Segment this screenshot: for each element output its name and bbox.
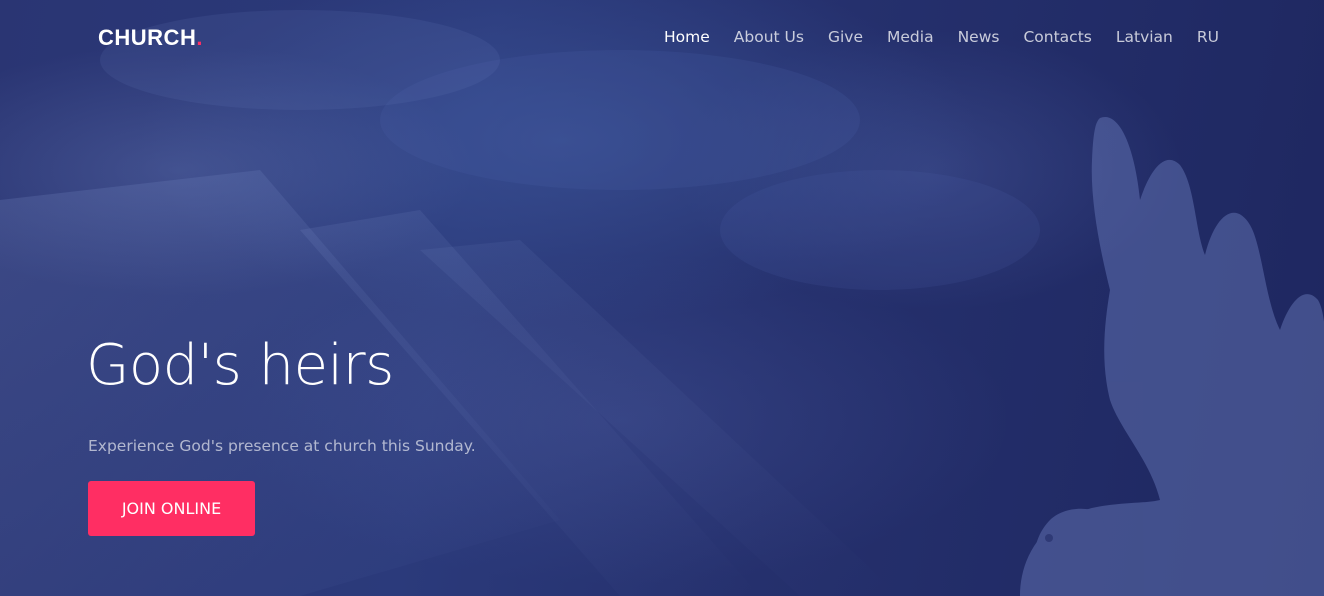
join-online-button[interactable]: JOIN ONLINE [88, 481, 255, 536]
nav-item-latvian[interactable]: Latvian [1116, 28, 1173, 46]
hero-title: God's heirs [86, 333, 394, 398]
hero-section: CHURCH. Home About Us Give Media News Co… [0, 0, 1324, 596]
brand-name: CHURCH [98, 25, 197, 50]
brand-logo[interactable]: CHURCH. [98, 25, 203, 51]
nav-item-ru[interactable]: RU [1197, 28, 1219, 46]
nav-item-media[interactable]: Media [887, 28, 934, 46]
main-navigation: Home About Us Give Media News Contacts L… [664, 28, 1219, 46]
brand-dot: . [196, 25, 203, 50]
nav-item-home[interactable]: Home [664, 28, 710, 46]
hero-subtitle: Experience God's presence at church this… [88, 437, 476, 455]
nav-item-news[interactable]: News [958, 28, 1000, 46]
nav-item-contacts[interactable]: Contacts [1023, 28, 1091, 46]
nav-item-give[interactable]: Give [828, 28, 863, 46]
nav-item-about-us[interactable]: About Us [734, 28, 804, 46]
